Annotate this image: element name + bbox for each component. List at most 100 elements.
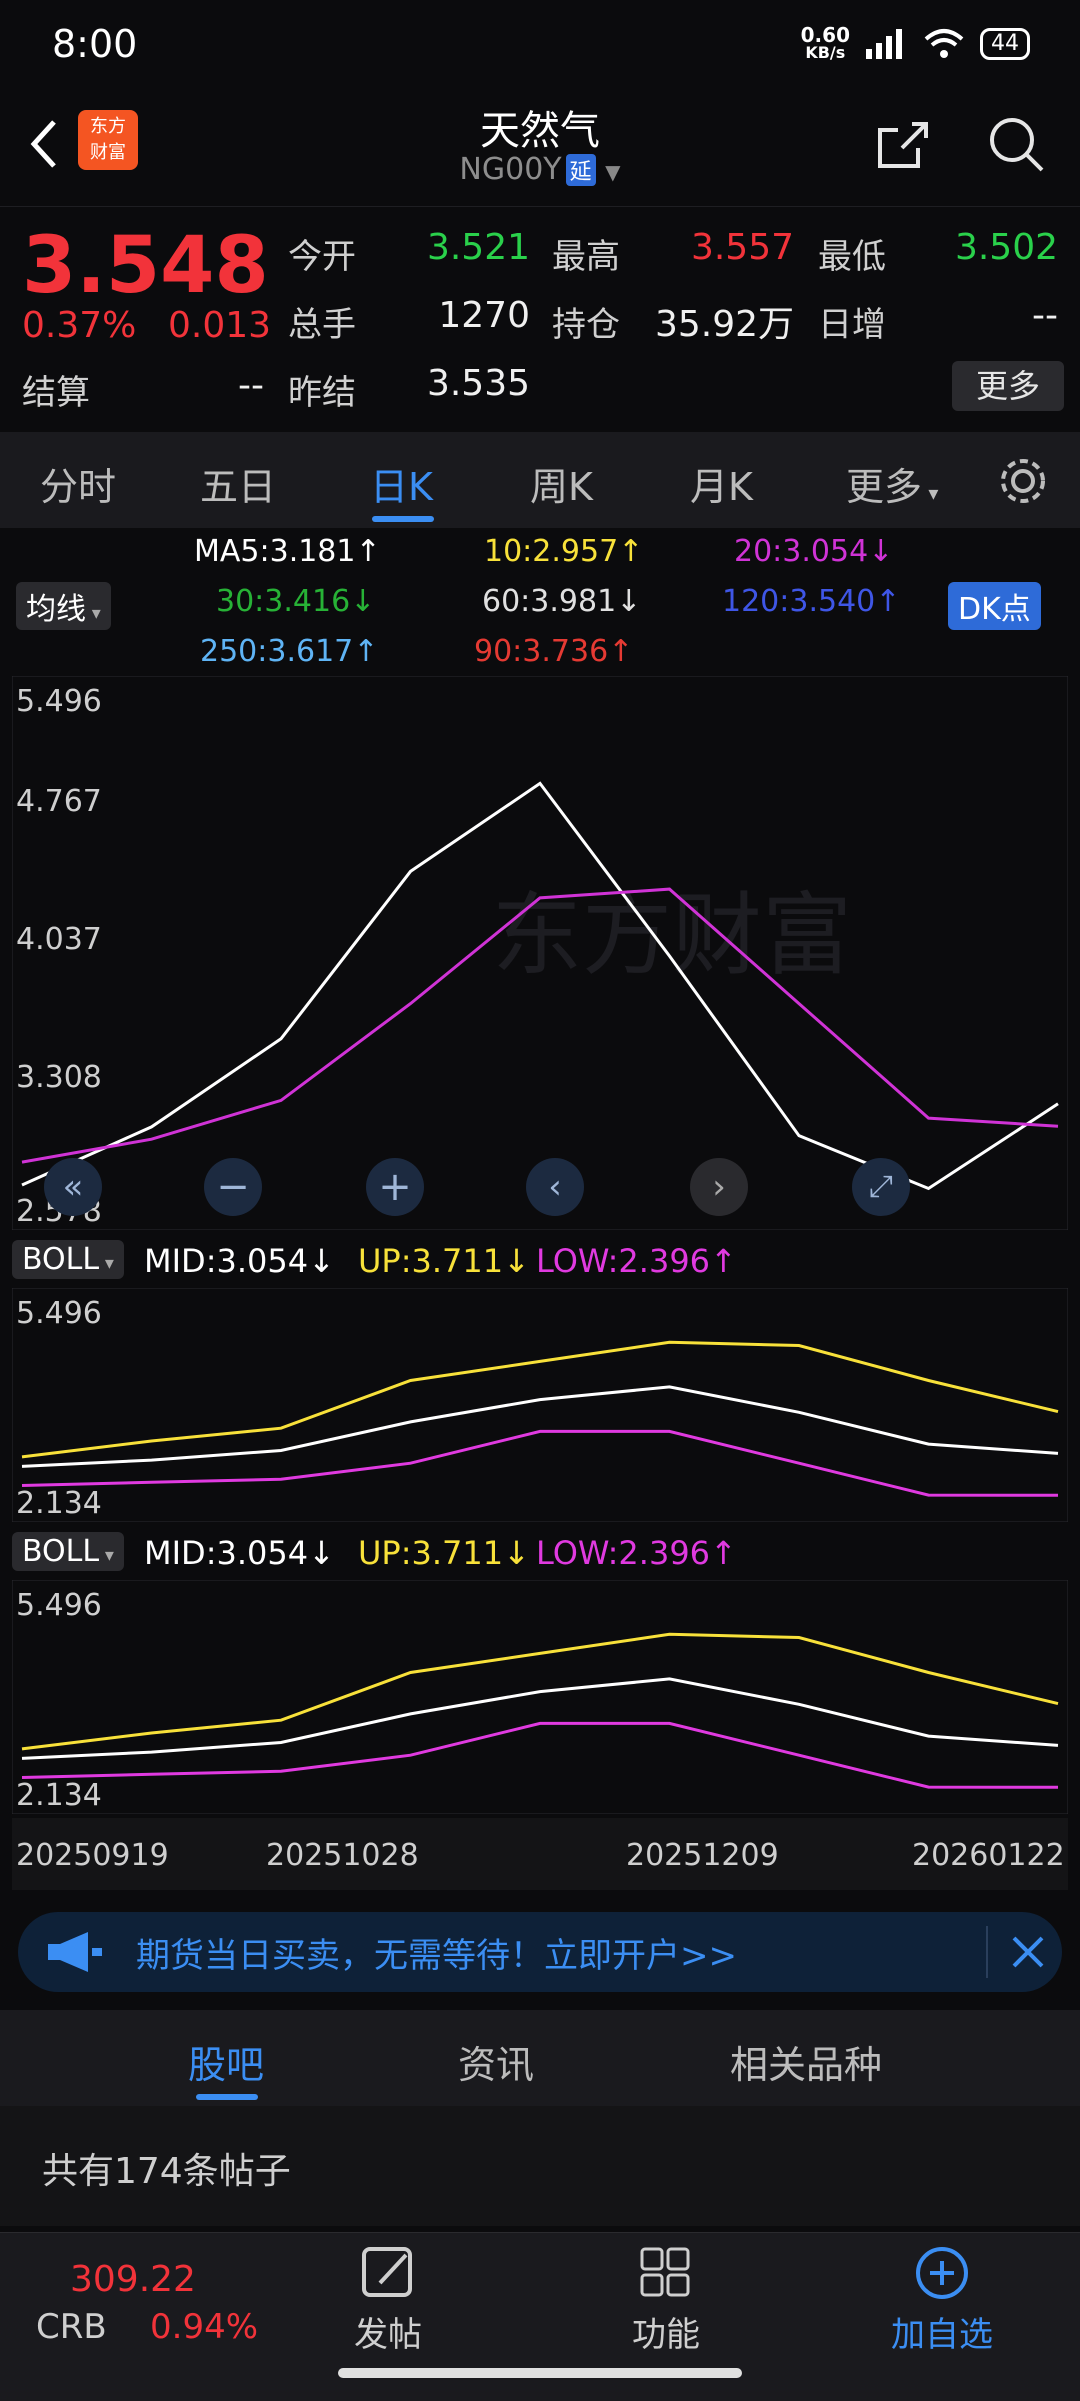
boll-mid-1: MID:3.054↓ [144, 1242, 335, 1280]
main-axis-tick-3: 3.308 [16, 1060, 102, 1095]
boll-chart-1[interactable] [12, 1288, 1068, 1522]
date-label-3: 20260122 [912, 1838, 1065, 1873]
boll-selector-2[interactable]: BOLL ▾ [12, 1532, 124, 1571]
open-label: 今开 [288, 237, 356, 277]
edit-post-icon [362, 2247, 412, 2297]
app-header: 东方 财富 天然气 NG00Y 延 ▼ [0, 96, 1080, 204]
home-indicator [338, 2368, 742, 2378]
oi-value: 35.92万 [654, 304, 794, 345]
crb-percent[interactable]: 0.94% [150, 2307, 258, 2347]
tab-related[interactable]: 相关品种 [730, 2034, 882, 2089]
crb-value[interactable]: 309.22 [70, 2259, 196, 2300]
status-time: 8:00 [52, 22, 138, 66]
boll-mid-2: MID:3.054↓ [144, 1534, 335, 1572]
share-icon[interactable] [872, 114, 932, 174]
tab-forum[interactable]: 股吧 [188, 2034, 264, 2089]
main-axis-tick-2: 4.037 [16, 922, 102, 957]
daily-inc-label: 日增 [818, 305, 886, 345]
ma20-legend: 20:3.054↓ [734, 534, 894, 569]
wifi-icon [924, 29, 964, 58]
period-tabs: 分时 五日 日K 周K 月K 更多 ▾ [0, 432, 1080, 528]
signal-icon [866, 29, 902, 59]
low-value: 3.502 [954, 227, 1058, 268]
main-k-chart[interactable]: 东方财富 [12, 676, 1068, 1230]
ma10-legend: 10:2.957↑ [484, 534, 644, 569]
dropdown-icon: ▼ [605, 160, 621, 184]
status-bar: 8:00 0.60 KB/s 44 [0, 0, 1080, 96]
crb-name[interactable]: CRB [36, 2307, 107, 2347]
delay-badge: 延 [565, 154, 596, 186]
boll-up-1: UP:3.711↓ [358, 1242, 530, 1280]
divider [986, 1926, 988, 1978]
tab-five-day[interactable]: 五日 [200, 456, 276, 511]
scroll-left-fast-icon[interactable]: « [44, 1158, 102, 1216]
fullscreen-icon[interactable]: ⤢ [852, 1158, 910, 1216]
boll-selector-1[interactable]: BOLL ▾ [12, 1240, 124, 1279]
oi-label: 持仓 [552, 305, 620, 345]
content-tab-indicator [196, 2094, 258, 2100]
scroll-right-icon[interactable]: › [690, 1158, 748, 1216]
ma120-legend: 120:3.540↑ [722, 584, 901, 619]
ma250-legend: 250:3.617↑ [200, 634, 379, 669]
boll-chart-2[interactable] [12, 1580, 1068, 1814]
main-axis-tick-1: 4.767 [16, 784, 102, 819]
posts-count: 共有174条帖子 [42, 2151, 291, 2192]
boll-low-1: LOW:2.396↑ [536, 1242, 737, 1280]
zoom-out-icon[interactable]: − [204, 1158, 262, 1216]
quote-panel: 3.548 0.37% 0.013 结算 -- 今开 3.521 最高 3.55… [0, 206, 1080, 427]
tab-news[interactable]: 资讯 [458, 2034, 534, 2089]
date-label-0: 20250919 [16, 1838, 169, 1873]
nav-post[interactable]: 发帖 [328, 2243, 448, 2356]
tab-monthly-k[interactable]: 月K [690, 456, 753, 511]
settings-gear-icon[interactable] [996, 454, 1050, 508]
tab-more[interactable]: 更多 ▾ [846, 456, 938, 511]
active-tab-indicator [372, 516, 434, 522]
low-label: 最低 [818, 237, 886, 277]
ma90-legend: 90:3.736↑ [474, 634, 634, 669]
high-value: 3.557 [690, 227, 794, 268]
last-price: 3.548 [22, 221, 269, 311]
prev-settle-value: 3.535 [426, 363, 530, 404]
main-axis-tick-0: 5.496 [16, 684, 102, 719]
search-icon[interactable] [986, 114, 1046, 174]
nav-add-watchlist[interactable]: 加自选 [882, 2243, 1002, 2356]
prev-settle-label: 昨结 [288, 373, 356, 413]
date-label-2: 20251209 [626, 1838, 779, 1873]
grid-functions-icon [640, 2247, 690, 2297]
zoom-in-icon[interactable]: + [366, 1158, 424, 1216]
change-amount: 0.013 [168, 305, 272, 346]
more-button[interactable]: 更多 [952, 361, 1064, 411]
battery-icon: 44 [980, 28, 1030, 60]
boll1-tick-top: 5.496 [16, 1296, 102, 1331]
ma-selector[interactable]: 均线 ▾ [16, 582, 111, 630]
date-axis: 20250919 20251028 20251209 20260122 [12, 1818, 1068, 1890]
boll-low-2: LOW:2.396↑ [536, 1534, 737, 1572]
date-label-1: 20251028 [266, 1838, 419, 1873]
tab-weekly-k[interactable]: 周K [530, 456, 593, 511]
add-circle-icon [916, 2247, 968, 2299]
change-percent: 0.37% [22, 305, 137, 346]
ma5-legend: MA5:3.181↑ [194, 534, 381, 569]
dk-points-button[interactable]: DK点 [948, 582, 1041, 630]
ma60-legend: 60:3.981↓ [482, 584, 642, 619]
open-value: 3.521 [426, 227, 530, 268]
high-label: 最高 [552, 237, 620, 277]
volume-label: 总手 [288, 305, 356, 345]
scroll-left-icon[interactable]: ‹ [526, 1158, 584, 1216]
promo-banner[interactable]: 期货当日买卖，无需等待！立即开户>> [18, 1912, 1062, 1992]
promo-text: 期货当日买卖，无需等待！立即开户>> [136, 1936, 737, 1976]
boll2-tick-top: 5.496 [16, 1588, 102, 1623]
tab-daily-k[interactable]: 日K [370, 456, 433, 511]
boll1-tick-bottom: 2.134 [16, 1486, 102, 1521]
chart-controls: « − + ‹ › ⤢ [0, 1158, 1080, 1218]
megaphone-icon [48, 1932, 102, 1972]
nav-functions[interactable]: 功能 [606, 2243, 726, 2356]
settle-value: -- [238, 365, 264, 406]
ma30-legend: 30:3.416↓ [216, 584, 376, 619]
volume-value: 1270 [438, 295, 530, 336]
close-icon[interactable] [1008, 1932, 1048, 1972]
tab-minute[interactable]: 分时 [40, 456, 116, 511]
posts-section: 共有174条帖子 [0, 2106, 1080, 2226]
boll-up-2: UP:3.711↓ [358, 1534, 530, 1572]
daily-inc-value: -- [1032, 295, 1058, 336]
